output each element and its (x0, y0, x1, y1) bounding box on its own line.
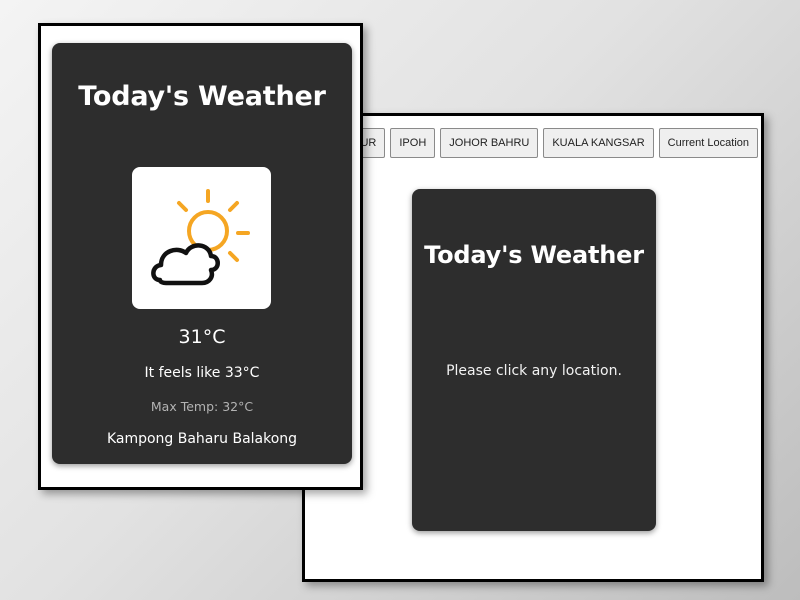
weather-card-title: Today's Weather (78, 81, 326, 112)
weather-app-window-front: Today's Weather 31°C It feels like 33°C … (38, 23, 363, 490)
weather-app-window-back: UMPUR IPOH JOHOR BAHRU KUALA KANGSAR Cur… (302, 113, 764, 582)
feels-like-temperature: It feels like 33°C (144, 365, 260, 381)
weather-card-empty: Today's Weather Please click any locatio… (412, 189, 656, 531)
current-location-button[interactable]: Current Location (658, 128, 758, 158)
partly-cloudy-sun-icon (151, 189, 250, 286)
location-button-johor-bahru[interactable]: JOHOR BAHRU (440, 128, 539, 158)
location-name: Kampong Baharu Balakong (106, 431, 298, 447)
location-button-kuala-kangsar[interactable]: KUALA KANGSAR (543, 128, 654, 158)
current-temperature: 31°C (178, 326, 226, 348)
location-button-ipoh[interactable]: IPOH (390, 128, 436, 158)
location-button-bar: UMPUR IPOH JOHOR BAHRU KUALA KANGSAR Cur… (327, 128, 758, 158)
empty-state-message: Please click any location. (446, 363, 622, 379)
weather-card-title: Today's Weather (424, 241, 644, 269)
weather-icon-box (132, 167, 271, 309)
weather-card: Today's Weather 31°C It feels like 33°C … (52, 43, 352, 464)
max-temperature: Max Temp: 32°C (150, 399, 254, 414)
